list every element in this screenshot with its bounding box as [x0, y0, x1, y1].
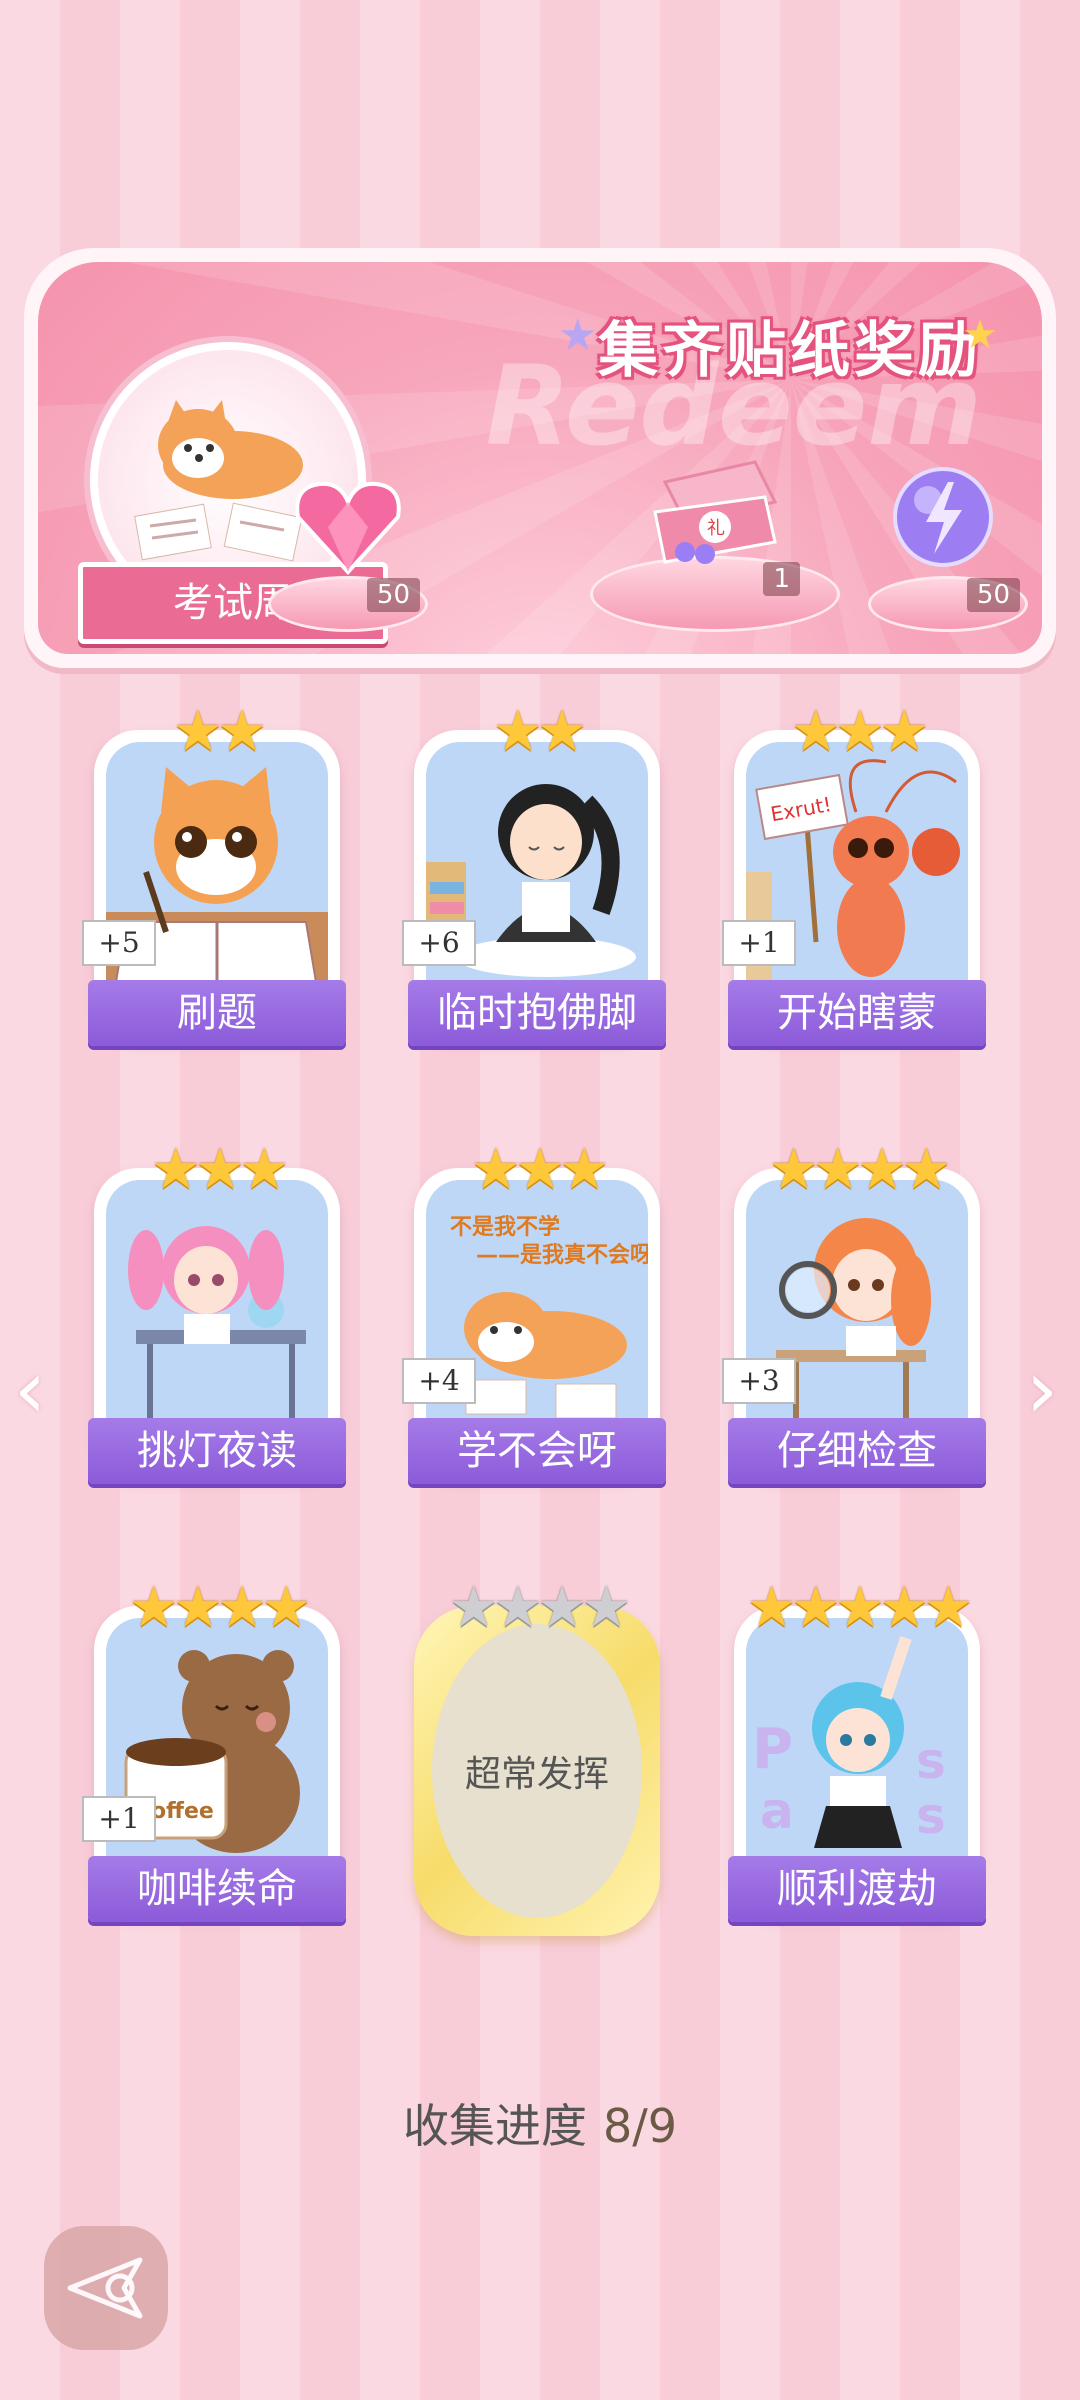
progress-value: 8/9	[602, 2099, 678, 2153]
svg-text:a: a	[760, 1782, 794, 1840]
svg-text:s: s	[916, 1787, 946, 1845]
reward-item-giftbox[interactable]: 礼 1	[590, 432, 840, 632]
svg-text:s: s	[916, 1732, 946, 1790]
sticker-frame: Exrut! 开始瞎蒙	[728, 730, 986, 1046]
sticker-frame: P a s s 顺利渡劫	[728, 1606, 986, 1922]
svg-text:礼: 礼	[707, 518, 725, 539]
sticker-frame: 仔细检查	[728, 1168, 986, 1484]
reward-title: 集齐贴纸奖励	[598, 316, 982, 386]
sticker-frame: coffee 咖啡续命	[88, 1606, 346, 1922]
gift-box-icon: 礼	[653, 460, 778, 564]
sticker-name: 顺利渡劫	[728, 1856, 986, 1922]
star-rating: ★★★★	[768, 1137, 952, 1202]
yellow-star-icon: ★	[962, 312, 998, 358]
reward-title-group: ★ 集齐贴纸奖励 ★	[558, 302, 998, 402]
progress-label: 收集进度	[402, 2099, 587, 2153]
reward-item-orb[interactable]: 50	[868, 452, 1028, 632]
star-rating: ★★★★★	[746, 1575, 973, 1640]
duplicate-count-badge: +1	[82, 1796, 156, 1842]
pink-heart-gem-icon	[295, 481, 401, 575]
duplicate-count-badge: +1	[722, 920, 796, 966]
sticker-art: P a s s	[746, 1618, 968, 1868]
sticker-name: 咖啡续命	[88, 1856, 346, 1922]
star-rating-locked: ★★★★	[448, 1575, 632, 1640]
star-rating: ★★	[172, 699, 267, 764]
sticker-name: 开始瞎蒙	[728, 980, 986, 1046]
duplicate-count-badge: +4	[402, 1358, 476, 1404]
svg-text:P: P	[752, 1717, 793, 1782]
sticker-card-locked[interactable]: 超常发挥 ★★★★	[402, 1580, 672, 1936]
star-rating: ★★★★	[128, 1575, 312, 1640]
duplicate-count-badge: +3	[722, 1358, 796, 1404]
sticker-card[interactable]: 临时抱佛脚 +6 ★★	[402, 704, 672, 1060]
reward-count: 50	[966, 578, 1020, 612]
girl-pass-icon: P a s s	[752, 1636, 946, 1848]
sticker-caption-line2: ——是我真不会呀	[476, 1242, 648, 1268]
reward-count: 50	[366, 578, 420, 612]
duplicate-count-badge: +6	[402, 920, 476, 966]
reward-count: 1	[763, 562, 800, 596]
sticker-card[interactable]: 不是我不学 ——是我真不会呀 学不会呀 +4 ★★★	[402, 1142, 672, 1498]
purple-star-icon: ★	[558, 310, 598, 361]
star-rating: ★★★	[790, 699, 930, 764]
sticker-card[interactable]: coffee 咖啡续命 +1 ★★★★	[82, 1580, 352, 1936]
back-button[interactable]	[44, 2226, 168, 2350]
girl-desk-lamp-icon	[128, 1226, 306, 1420]
sticker-card[interactable]: 刷题 +5 ★★	[82, 704, 352, 1060]
locked-sticker-name: 超常发挥	[432, 1624, 642, 1918]
duplicate-count-badge: +5	[82, 920, 156, 966]
sticker-card[interactable]: P a s s 顺利渡劫 ★★★★★	[722, 1580, 992, 1936]
sticker-name: 仔细检查	[728, 1418, 986, 1484]
sticker-frame: 临时抱佛脚	[408, 730, 666, 1046]
sticker-caption-line1: 不是我不学	[450, 1214, 560, 1240]
reward-item-heart[interactable]: 50	[268, 452, 428, 632]
sticker-name: 挑灯夜读	[88, 1418, 346, 1484]
sticker-frame: 挑灯夜读	[88, 1168, 346, 1484]
locked-sticker-frame: 超常发挥	[414, 1606, 660, 1936]
next-page-button[interactable]: ›	[1026, 1350, 1066, 1430]
star-rating: ★★	[492, 699, 587, 764]
sticker-name: 刷题	[88, 980, 346, 1046]
star-rating: ★★★	[470, 1137, 610, 1202]
star-rating: ★★★	[150, 1137, 290, 1202]
sticker-name: 临时抱佛脚	[408, 980, 666, 1046]
sticker-art	[106, 1180, 328, 1430]
sticker-card[interactable]: 仔细检查 +3 ★★★★	[722, 1142, 992, 1498]
reward-panel: Redeem ★ 集齐贴纸奖励 ★ 考试周 50 礼 1 50	[24, 248, 1056, 668]
sticker-frame: 刷题	[88, 730, 346, 1046]
sticker-frame: 不是我不学 ——是我真不会呀 学不会呀	[408, 1168, 666, 1484]
sticker-card[interactable]: Exrut! 开始瞎蒙 +1 ★★★	[722, 704, 992, 1060]
collection-progress: 收集进度 8/9	[0, 2090, 1080, 2156]
lightning-orb-icon	[893, 467, 993, 567]
back-arrow-icon	[67, 2257, 143, 2319]
sticker-card[interactable]: 挑灯夜读 ★★★	[82, 1142, 352, 1498]
sticker-name: 学不会呀	[408, 1418, 666, 1484]
reward-panel-background: Redeem ★ 集齐贴纸奖励 ★ 考试周 50 礼 1 50	[38, 262, 1042, 654]
prev-page-button[interactable]: ‹	[14, 1350, 54, 1430]
